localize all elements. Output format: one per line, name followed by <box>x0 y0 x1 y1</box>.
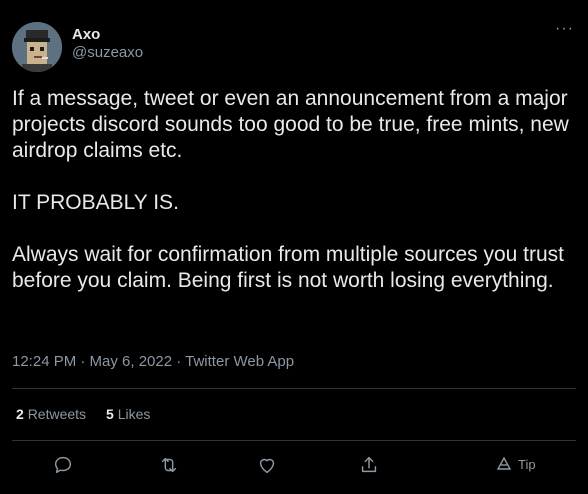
tweet-paragraph: If a message, tweet or even an announcem… <box>12 87 569 162</box>
author-handle[interactable]: @suzeaxo <box>72 44 143 61</box>
avatar[interactable] <box>12 22 62 72</box>
tweet-text: If a message, tweet or even an announcem… <box>12 86 582 294</box>
divider <box>12 388 576 389</box>
author-name[interactable]: Axo <box>72 26 100 43</box>
pixel-punk-avatar-icon <box>12 22 62 72</box>
tip-button[interactable]: Tip <box>496 456 536 472</box>
like-button[interactable] <box>256 454 278 476</box>
reply-button[interactable] <box>52 454 74 476</box>
tip-icon <box>496 456 512 470</box>
retweets-label: Retweets <box>27 406 87 422</box>
tweet-card: Axo @suzeaxo ··· If a message, tweet or … <box>0 0 588 494</box>
tweet-paragraph: IT PROBABLY IS. <box>12 191 179 214</box>
tweet-timestamp[interactable]: 12:24 PM · May 6, 2022 · Twitter Web App <box>12 353 294 370</box>
engagement-stats: 2 Retweets 5 Likes <box>16 406 150 422</box>
divider <box>12 440 576 441</box>
share-icon <box>361 456 377 473</box>
likes-stat[interactable]: 5 Likes <box>106 406 150 422</box>
likes-label: Likes <box>117 406 151 422</box>
action-bar: Tip <box>12 450 576 480</box>
tip-label: Tip <box>518 456 536 472</box>
tweet-paragraph: Always wait for confirmation from multip… <box>12 243 565 292</box>
more-options-icon[interactable]: ··· <box>555 20 574 38</box>
share-button[interactable] <box>358 454 380 476</box>
retweets-stat[interactable]: 2 Retweets <box>16 406 86 422</box>
retweet-button[interactable] <box>158 454 180 476</box>
reply-icon <box>54 456 72 474</box>
retweet-icon <box>161 457 177 473</box>
heart-icon <box>259 458 275 474</box>
retweets-count: 2 <box>16 406 24 422</box>
likes-count: 5 <box>106 406 114 422</box>
